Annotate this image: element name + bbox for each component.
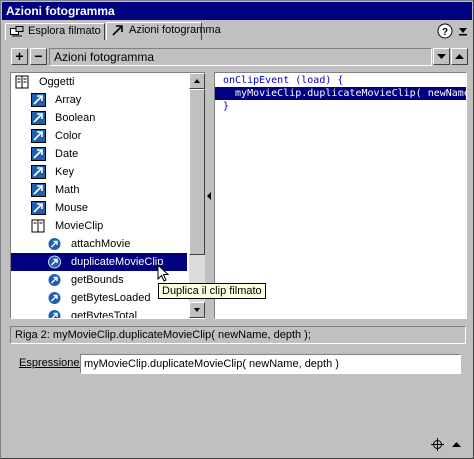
help-icon[interactable]: ? (437, 23, 453, 39)
tree-item-boolean[interactable]: Boolean (31, 109, 187, 127)
tree-item-movieclip[interactable]: MovieClip (31, 217, 187, 235)
target-path-icon[interactable] (431, 438, 444, 451)
tree-item-label: Date (55, 148, 79, 160)
action-icon (48, 238, 61, 250)
panel-title: Azioni fotogramma (49, 48, 432, 66)
tree-item-label: duplicateMovieClip (71, 256, 164, 268)
action-book-icon (31, 165, 46, 179)
tree-item-label: Color (55, 130, 82, 142)
movie-explorer-icon (10, 26, 24, 37)
tree-item-label: Math (55, 184, 80, 196)
open-book-icon (31, 219, 45, 233)
remove-action-button[interactable]: − (30, 48, 47, 65)
tree-item-mouse[interactable]: Mouse (31, 199, 187, 217)
tree-item-label: getBytesTotal (71, 310, 138, 319)
tab-movie-explorer[interactable]: Esplora filmato (5, 23, 105, 40)
tree-item-label: Array (55, 94, 82, 106)
tree-item-label: MovieClip (55, 220, 104, 232)
action-book-icon (31, 201, 46, 215)
panel-menu-arrow-icon[interactable] (455, 23, 471, 39)
status-line: Riga 2: myMovieClip.duplicateMovieClip( … (10, 326, 466, 344)
tree-item-attachmovie[interactable]: attachMovie (47, 235, 187, 253)
tree-item-objects[interactable]: Oggetti (15, 73, 187, 91)
move-down-button[interactable] (433, 48, 450, 65)
move-up-button[interactable] (451, 48, 468, 65)
tab-frame-actions-label: Azioni fotogramma (129, 24, 221, 36)
expression-label-text: Espressione: (19, 357, 83, 369)
arrow-up-icon (455, 54, 464, 59)
code-line-2[interactable]: myMovieClip.duplicateMovieClip( newName,… (215, 87, 466, 100)
window-title: Azioni fotogramma (2, 2, 472, 20)
expression-input[interactable]: myMovieClip.duplicateMovieClip( newName,… (80, 354, 461, 374)
tree-item-label: Boolean (55, 112, 96, 124)
action-icon (48, 274, 61, 286)
arrow-down-icon (437, 54, 446, 59)
tree-item-date[interactable]: Date (31, 145, 187, 163)
pane-splitter[interactable] (205, 72, 214, 319)
actions-panel-window: Azioni fotogramma Esplora filmato Azioni… (0, 0, 474, 459)
action-icon (48, 292, 61, 304)
panel-tabs: Esplora filmato Azioni fotogramma ? (5, 22, 469, 40)
tab-movie-explorer-label: Esplora filmato (28, 25, 101, 37)
tree-item-color[interactable]: Color (31, 127, 187, 145)
collapse-up-icon[interactable] (450, 438, 463, 451)
actions-toolbox-tree[interactable]: Oggetti Array Boolean Color Date Key Mat… (10, 72, 206, 319)
tree-item-label: Oggetti (39, 76, 75, 88)
open-book-icon (15, 75, 29, 89)
action-icon (48, 310, 61, 318)
scroll-down-button[interactable] (189, 302, 205, 318)
svg-text:?: ? (442, 27, 448, 38)
scroll-down-icon (194, 308, 200, 312)
tree-item-math[interactable]: Math (31, 181, 187, 199)
expression-label: Espressione: (19, 357, 83, 369)
tab-frame-actions[interactable]: Azioni fotogramma (106, 22, 221, 40)
action-book-icon (31, 147, 46, 161)
action-icon (48, 255, 61, 269)
scroll-thumb[interactable] (189, 89, 205, 255)
code-line-1[interactable]: onClipEvent (load) { (215, 74, 466, 87)
tree-item-label: attachMovie (71, 238, 131, 250)
scroll-up-button[interactable] (189, 73, 205, 89)
action-book-icon (31, 93, 46, 107)
tree-item-label: Mouse (55, 202, 89, 214)
action-book-icon (31, 129, 46, 143)
add-action-button[interactable]: + (11, 48, 28, 65)
action-book-icon (31, 183, 46, 197)
collapse-left-icon[interactable] (205, 72, 214, 319)
action-book-icon (31, 111, 46, 125)
tree-item-array[interactable]: Array (31, 91, 187, 109)
tree-item-label: getBytesLoaded (71, 292, 151, 304)
code-line-3[interactable]: } (215, 100, 466, 113)
script-editor[interactable]: onClipEvent (load) { myMovieClip.duplica… (214, 72, 467, 319)
tree-item-label: getBounds (71, 274, 124, 286)
actions-arrow-icon (112, 25, 123, 36)
scroll-up-icon (194, 79, 200, 83)
tree-item-label: Key (55, 166, 74, 178)
tree-item-getbytestotal[interactable]: getBytesTotal (47, 307, 187, 319)
tree-scrollbar[interactable] (189, 73, 205, 318)
tree-item-key[interactable]: Key (31, 163, 187, 181)
tooltip: Duplica il clip filmato (158, 283, 266, 299)
mouse-cursor-icon (157, 264, 169, 282)
actions-toolbar: + − Azioni fotogramma (5, 45, 469, 69)
